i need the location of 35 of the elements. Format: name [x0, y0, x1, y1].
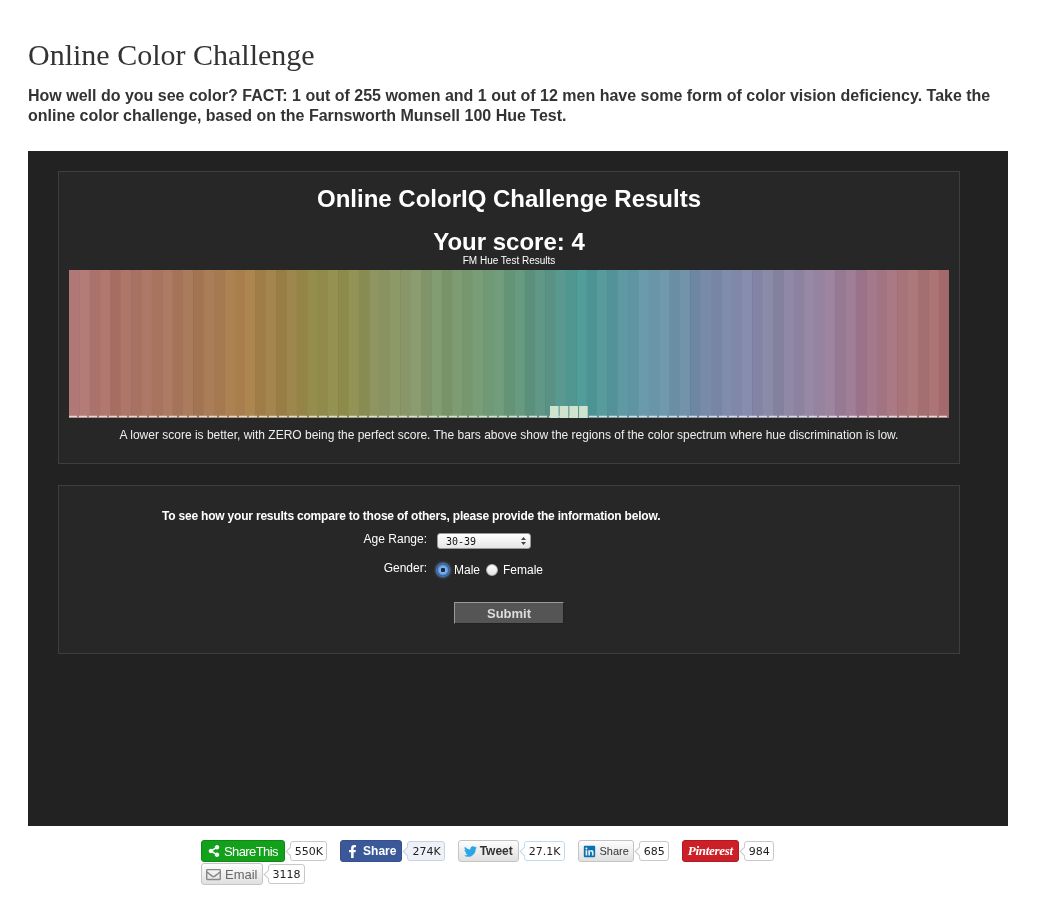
page-title: Online Color Challenge [28, 37, 316, 73]
results-note: A lower score is better, with ZERO being the perfect score. The bars above show the regions of the color spectrum where hue discrimination is low. [118, 428, 900, 443]
intro-text: How well do you see color? FACT: 1 out of 255 women and 1 out of 12 men have some form of color vision deficiency. Take the online color challenge, based on the Farnsworth Munsell 100 Hue Test. [28, 86, 992, 126]
field-label: Gender: [382, 561, 427, 575]
share-count: 3118 [262, 864, 305, 884]
share-count: 685 [633, 841, 669, 861]
share-icon [208, 845, 220, 857]
form-prompt: To see how your results compare to those of others, please provide the information below. [162, 509, 662, 524]
share-button[interactable]: Share [577, 840, 634, 862]
results-title: Online ColorIQ Challenge Results [315, 185, 703, 213]
error-bar [569, 406, 578, 418]
error-bar [559, 406, 569, 418]
letters-in-icon [582, 844, 596, 858]
option-label[interactable]: Male [454, 563, 480, 577]
field-label: Age Range: [362, 532, 427, 546]
share-button[interactable]: Share [340, 840, 403, 862]
radio-button[interactable] [486, 564, 498, 576]
option-label[interactable]: Female [503, 563, 544, 577]
age-range-select[interactable]: 30-39 [437, 533, 531, 549]
share-count: 274K [402, 841, 445, 861]
chart-caption: FM Hue Test Results [461, 255, 557, 266]
share-count: 550K [284, 841, 328, 861]
select-arrows-icon [521, 537, 526, 545]
email-button[interactable]: Email [201, 863, 263, 885]
tweet-button[interactable]: Tweet [457, 840, 519, 862]
bird-icon [463, 844, 477, 858]
envelope-icon [206, 866, 221, 882]
submit-button[interactable]: Submit [454, 602, 564, 624]
error-bar [579, 406, 588, 418]
radio-button[interactable] [437, 564, 449, 576]
share-count: 27.1K [518, 841, 565, 861]
pinterest-button[interactable]: Pinterest [681, 840, 739, 862]
share-count: 984 [738, 841, 774, 861]
error-bar [550, 406, 559, 418]
score-text: Your score: 4 [432, 229, 586, 255]
